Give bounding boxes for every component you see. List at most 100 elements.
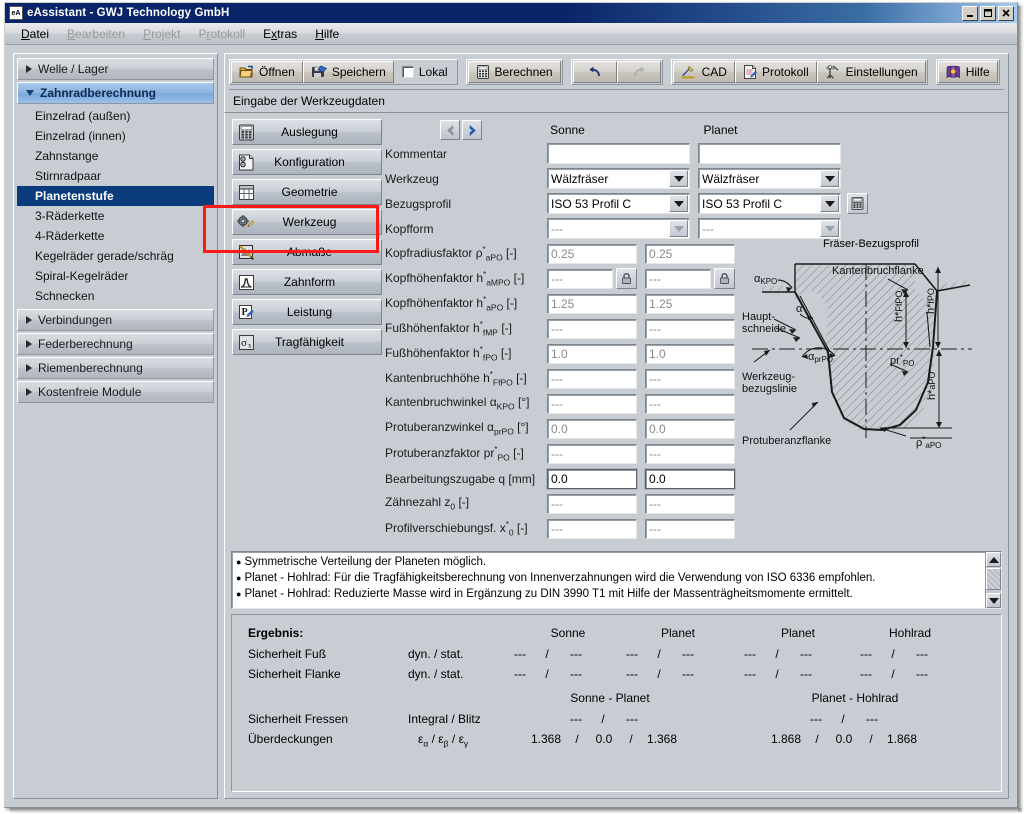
- results-value: ---: [902, 647, 942, 661]
- chevron-down-icon[interactable]: [820, 170, 839, 187]
- settings-button[interactable]: Einstellungen: [817, 61, 926, 83]
- kopfform-select-sonne[interactable]: ---: [547, 218, 690, 239]
- open-button[interactable]: Öffnen: [231, 61, 303, 83]
- chevron-left-icon[interactable]: [440, 120, 460, 140]
- nav-leistung[interactable]: P Leistung: [232, 299, 382, 325]
- kopfhoehenfaktor-apo-input-planet[interactable]: 1.25: [645, 294, 735, 314]
- menu-projekt[interactable]: Projekt: [143, 27, 180, 41]
- sidebar-item-3-raederkette[interactable]: 3-Räderkette: [17, 206, 214, 226]
- scrollbar-thumb[interactable]: [986, 568, 1001, 590]
- fusshoehenfaktor-fpo-input-planet[interactable]: 1.0: [645, 344, 735, 364]
- calculator-icon: [236, 122, 256, 142]
- sidebar-item-kegelraeder[interactable]: Kegelräder gerade/schräg: [17, 246, 214, 266]
- sidebar-group-verbindungen[interactable]: Verbindungen: [17, 309, 214, 331]
- kantenbruchhoehe-input-planet[interactable]: ---: [645, 369, 735, 389]
- sidebar-item-einzelrad-aussen[interactable]: Einzelrad (außen): [17, 106, 214, 126]
- profilverschiebungsfaktor-input-sonne[interactable]: ---: [547, 519, 637, 539]
- nav-konfiguration[interactable]: Konfiguration: [232, 149, 382, 175]
- chevron-down-icon[interactable]: [669, 195, 688, 212]
- protuberanzwinkel-input-sonne[interactable]: 0.0: [547, 419, 637, 439]
- cad-button[interactable]: CAD: [673, 61, 735, 83]
- protocol-button[interactable]: Protokoll: [735, 61, 817, 83]
- kopfradiusfaktor-input-sonne[interactable]: 0.25: [547, 244, 637, 264]
- kantenbruchwinkel-input-planet[interactable]: ---: [645, 394, 735, 414]
- sidebar-group-label: Riemenberechnung: [38, 361, 143, 375]
- bezugsprofil-select-sonne[interactable]: ISO 53 Profil C: [547, 193, 690, 214]
- kopfradiusfaktor-input-planet[interactable]: 0.25: [645, 244, 735, 264]
- menu-datei[interactable]: DDateiatei: [21, 27, 49, 41]
- bearbeitungszugabe-input-sonne[interactable]: 0.0: [547, 469, 637, 489]
- local-checkbox[interactable]: Lokal: [394, 61, 456, 83]
- kantenbruchhoehe-input-sonne[interactable]: ---: [547, 369, 637, 389]
- sidebar-group-zahnradberechnung[interactable]: Zahnradberechnung: [17, 82, 214, 104]
- save-button[interactable]: Speichern: [303, 61, 394, 83]
- sidebar-group-label: Zahnradberechnung: [40, 86, 156, 100]
- results-sep: /: [596, 712, 610, 726]
- nav-tragfaehigkeit[interactable]: σx Tragfähigkeit: [232, 329, 382, 355]
- svg-text:σ: σ: [241, 337, 247, 349]
- zaehnezahl-input-planet[interactable]: ---: [645, 494, 735, 514]
- label-pre: Kantenbruchwinkel α: [385, 395, 497, 409]
- results-row-label: Überdeckungen: [248, 732, 333, 746]
- sidebar-item-4-raederkette[interactable]: 4-Räderkette: [17, 226, 214, 246]
- protuberanzfaktor-input-sonne[interactable]: ---: [547, 444, 637, 464]
- menu-extras[interactable]: Extras: [263, 27, 297, 41]
- nav-zahnform[interactable]: Zahnform: [232, 269, 382, 295]
- sidebar-item-einzelrad-innen[interactable]: Einzelrad (innen): [17, 126, 214, 146]
- sidebar-item-stirnradpaar[interactable]: Stirnradpaar: [17, 166, 214, 186]
- close-icon[interactable]: [998, 6, 1014, 21]
- zaehnezahl-input-sonne[interactable]: ---: [547, 494, 637, 514]
- kopfhoehenfaktor-ampo-input-planet[interactable]: ---: [645, 269, 711, 289]
- fusshoehenfaktor-fmp-input-sonne[interactable]: ---: [547, 319, 637, 339]
- undo-button[interactable]: [573, 61, 617, 83]
- fusshoehenfaktor-fpo-input-sonne[interactable]: 1.0: [547, 344, 637, 364]
- message-text: Symmetrische Verteilung der Planeten mög…: [244, 556, 486, 568]
- chevron-down-icon[interactable]: [820, 195, 839, 212]
- kommentar-input-sonne[interactable]: [547, 143, 690, 164]
- chevron-right-icon[interactable]: [462, 120, 482, 140]
- kopfhoehenfaktor-ampo-input-sonne[interactable]: ---: [547, 269, 613, 289]
- nav-auslegung[interactable]: Auslegung: [232, 119, 382, 145]
- lock-icon[interactable]: [616, 268, 637, 289]
- nav-werkzeug[interactable]: Werkzeug: [232, 209, 382, 235]
- scroll-down-icon[interactable]: [986, 593, 1001, 608]
- redo-button[interactable]: [617, 61, 661, 83]
- menu-hilfe[interactable]: Hilfe: [315, 27, 339, 41]
- results-value: 1.368: [522, 732, 570, 746]
- sidebar-item-zahnstange[interactable]: Zahnstange: [17, 146, 214, 166]
- protuberanzwinkel-input-planet[interactable]: 0.0: [645, 419, 735, 439]
- sidebar-group-kostenfreie-module[interactable]: Kostenfreie Module: [17, 381, 214, 403]
- kopfform-select-planet[interactable]: ---: [698, 218, 841, 239]
- protuberanzfaktor-input-planet[interactable]: ---: [645, 444, 735, 464]
- menu-bearbeiten[interactable]: Bearbeiten: [67, 27, 125, 41]
- kopfhoehenfaktor-apo-input-sonne[interactable]: 1.25: [547, 294, 637, 314]
- bezugsprofil-select-planet[interactable]: ISO 53 Profil C: [698, 193, 841, 214]
- werkzeug-select-sonne[interactable]: Wälzfräser: [547, 168, 690, 189]
- sidebar-group-riemenberechnung[interactable]: Riemenberechnung: [17, 357, 214, 379]
- sidebar-item-spiral-kegelraeder[interactable]: Spiral-Kegelräder: [17, 266, 214, 286]
- werkzeug-select-planet[interactable]: Wälzfräser: [698, 168, 841, 189]
- messages-scrollbar[interactable]: [985, 552, 1001, 608]
- bearbeitungszugabe-input-planet[interactable]: 0.0: [645, 469, 735, 489]
- bezugsprofil-calculator-button[interactable]: [847, 193, 868, 214]
- minimize-icon[interactable]: [962, 6, 978, 21]
- kommentar-input-planet[interactable]: [698, 143, 841, 164]
- sidebar-item-planetenstufe[interactable]: Planetenstufe: [17, 186, 214, 206]
- maximize-icon[interactable]: [980, 6, 996, 21]
- sidebar-group-federberechnung[interactable]: Federberechnung: [17, 333, 214, 355]
- help-button[interactable]: Hilfe: [938, 61, 998, 83]
- profilverschiebungsfaktor-input-planet[interactable]: ---: [645, 519, 735, 539]
- config-icon: [236, 152, 256, 172]
- sidebar-group-welle-lager[interactable]: Welle / Lager: [17, 58, 214, 80]
- scroll-up-icon[interactable]: [986, 552, 1001, 567]
- nav-abmasse[interactable]: Abmaße: [232, 239, 382, 265]
- lock-icon[interactable]: [714, 268, 735, 289]
- fusshoehenfaktor-fmp-input-planet[interactable]: ---: [645, 319, 735, 339]
- results-value: ---: [852, 712, 892, 726]
- kantenbruchwinkel-input-sonne[interactable]: ---: [547, 394, 637, 414]
- calculate-button[interactable]: Berechnen: [468, 61, 561, 83]
- menu-protokoll[interactable]: Protokoll: [198, 27, 245, 41]
- chevron-down-icon[interactable]: [669, 170, 688, 187]
- nav-geometrie[interactable]: Geometrie: [232, 179, 382, 205]
- sidebar-item-schnecken[interactable]: Schnecken: [17, 286, 214, 306]
